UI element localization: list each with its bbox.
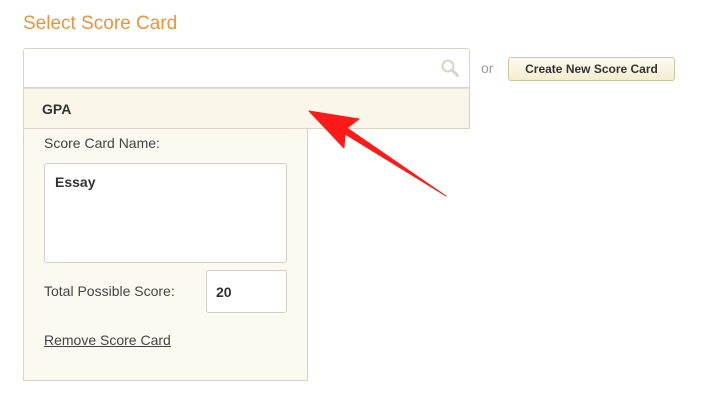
- search-icon[interactable]: [440, 58, 460, 78]
- score-card-name-label: Score Card Name:: [44, 135, 160, 151]
- total-possible-score-label: Total Possible Score:: [44, 283, 175, 299]
- search-input[interactable]: [24, 49, 434, 87]
- page-title: Select Score Card: [23, 13, 178, 34]
- search-dropdown: GPA: [23, 88, 470, 129]
- remove-score-card-link[interactable]: Remove Score Card: [44, 332, 171, 348]
- create-new-score-card-button[interactable]: Create New Score Card: [508, 57, 675, 81]
- or-separator: or: [481, 60, 494, 76]
- total-possible-score-field[interactable]: [206, 270, 287, 313]
- dropdown-option-gpa[interactable]: GPA: [42, 101, 71, 117]
- score-card-search[interactable]: [23, 48, 470, 88]
- score-card-panel: Score Card Name: Essay Total Possible Sc…: [23, 129, 308, 381]
- score-card-name-field[interactable]: Essay: [44, 163, 287, 263]
